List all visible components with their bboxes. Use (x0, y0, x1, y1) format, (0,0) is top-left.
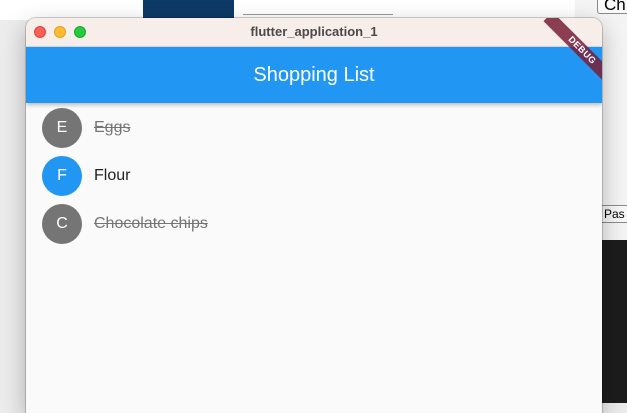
window-title: flutter_application_1 (250, 24, 378, 39)
list-item[interactable]: E Eggs (26, 104, 602, 152)
background-window (0, 0, 600, 20)
app-bar: Shopping List (26, 47, 602, 103)
list-item[interactable]: F Flour (26, 152, 602, 200)
page-title: Shopping List (253, 64, 375, 86)
item-label: Chocolate chips (94, 215, 208, 232)
background-image (143, 0, 234, 20)
item-avatar: F (42, 156, 82, 196)
item-label: Flour (94, 167, 131, 184)
list-item[interactable]: C Chocolate chips (26, 200, 602, 248)
item-avatar: C (42, 204, 82, 244)
item-label: Eggs (94, 119, 131, 136)
item-avatar: E (42, 108, 82, 148)
background-button-paste[interactable]: Pas (600, 205, 627, 223)
app-window: flutter_application_1 Shopping List DEBU… (26, 18, 602, 413)
background-dark-panel (600, 240, 627, 403)
background-divider (243, 14, 393, 15)
background-button-top[interactable]: Ch (597, 0, 627, 14)
window-titlebar[interactable]: flutter_application_1 (26, 18, 602, 47)
